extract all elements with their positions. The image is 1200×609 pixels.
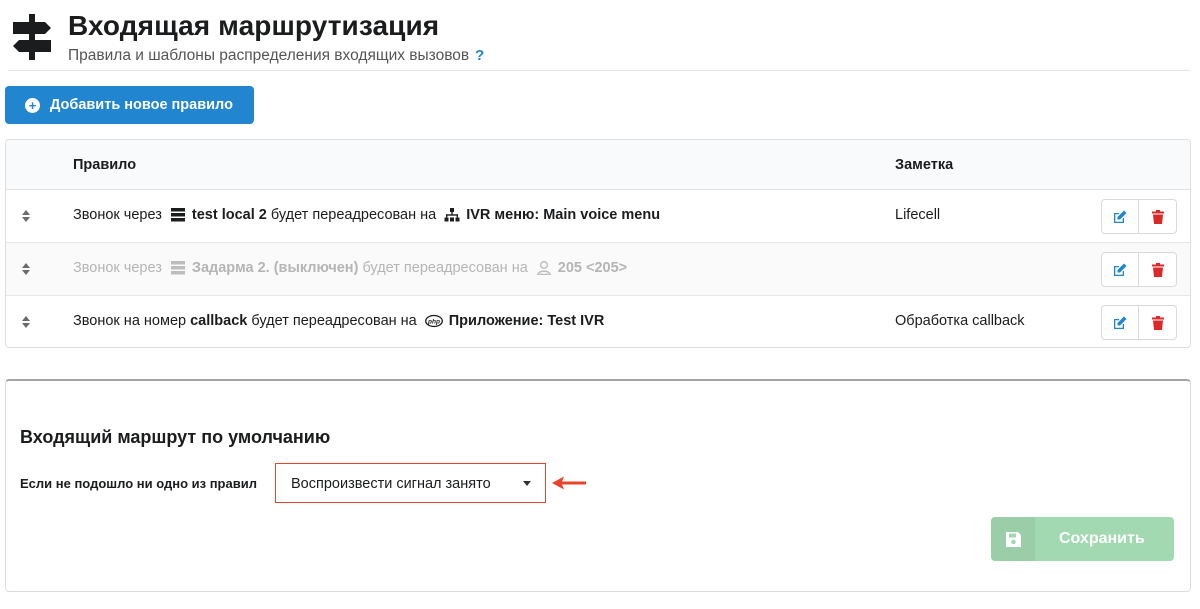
trash-icon bbox=[1151, 209, 1164, 224]
plus-circle-icon: + bbox=[25, 97, 40, 113]
edit-icon bbox=[1114, 263, 1127, 276]
drag-handle-icon[interactable] bbox=[20, 262, 32, 276]
rule-target: 205 <205> bbox=[557, 260, 628, 276]
default-route-panel: Входящий маршрут по умолчанию Если не по… bbox=[5, 379, 1191, 592]
rule-description: Звонок на номер callback будет переадрес… bbox=[73, 313, 604, 329]
column-header-rule: Правило bbox=[73, 157, 137, 173]
user-icon bbox=[537, 261, 551, 275]
add-rule-button[interactable]: + Добавить новое правило bbox=[5, 86, 254, 124]
rules-table: Правило Заметка Звонок через test local … bbox=[5, 139, 1191, 348]
signpost-icon bbox=[13, 14, 51, 60]
table-row: Звонок на номер callback будет переадрес… bbox=[6, 296, 1190, 347]
edit-icon bbox=[1114, 316, 1127, 329]
edit-button[interactable] bbox=[1101, 252, 1139, 287]
page-header: Входящая маршрутизация Правила и шаблоны… bbox=[8, 10, 1190, 71]
page-title: Входящая маршрутизация bbox=[68, 10, 440, 41]
rule-prefix: Звонок через bbox=[73, 207, 162, 223]
rule-note: Обработка callback bbox=[895, 313, 1025, 329]
rule-provider: test local 2 bbox=[191, 207, 267, 223]
edit-icon bbox=[1114, 210, 1127, 223]
chevron-down-icon bbox=[523, 481, 531, 486]
rule-provider: callback bbox=[190, 313, 248, 329]
page-subtitle: Правила и шаблоны распределения входящих… bbox=[68, 47, 484, 65]
delete-button[interactable] bbox=[1139, 199, 1177, 234]
rule-target: Приложение: Test IVR bbox=[448, 313, 605, 329]
add-rule-label: Добавить новое правило bbox=[50, 97, 233, 113]
default-route-label: Если не подошло ни одно из правил bbox=[20, 476, 257, 491]
rule-description: Звонок через test local 2 будет переадре… bbox=[73, 207, 660, 223]
php-icon: php bbox=[424, 314, 443, 328]
rule-prefix: Звонок на номер bbox=[73, 313, 187, 329]
drag-handle-icon[interactable] bbox=[20, 209, 32, 223]
rule-note: Lifecell bbox=[895, 207, 941, 223]
server-icon bbox=[170, 208, 185, 222]
trash-icon bbox=[1151, 315, 1164, 330]
trash-icon bbox=[1151, 262, 1164, 277]
table-row: Звонок через test local 2 будет переадре… bbox=[6, 190, 1190, 243]
arrow-left-icon bbox=[552, 476, 586, 490]
drag-handle-icon[interactable] bbox=[20, 315, 32, 329]
default-route-selected: Воспроизвести сигнал занято bbox=[291, 476, 491, 492]
default-route-select[interactable]: Воспроизвести сигнал занято bbox=[275, 463, 546, 503]
table-row: Звонок через Задарма 2. (выключен) будет… bbox=[6, 243, 1190, 296]
rule-middle: будет переадресован на bbox=[270, 207, 437, 223]
edit-button[interactable] bbox=[1101, 199, 1139, 234]
edit-button[interactable] bbox=[1101, 305, 1139, 340]
rule-prefix: Звонок через bbox=[73, 260, 162, 276]
rule-provider: Задарма 2. (выключен) bbox=[191, 260, 359, 276]
delete-button[interactable] bbox=[1139, 252, 1177, 287]
php-icon-glyph: php bbox=[427, 318, 440, 325]
save-label: Сохранить bbox=[1059, 530, 1145, 547]
page-subtitle-text: Правила и шаблоны распределения входящих… bbox=[68, 47, 470, 64]
default-route-title: Входящий маршрут по умолчанию bbox=[20, 427, 331, 447]
save-button[interactable]: Сохранить bbox=[991, 517, 1174, 561]
rule-middle: будет переадресован на bbox=[251, 313, 417, 329]
rule-description: Звонок через Задарма 2. (выключен) будет… bbox=[73, 260, 627, 276]
table-header: Правило Заметка bbox=[6, 140, 1190, 190]
server-icon bbox=[170, 261, 185, 275]
sitemap-icon bbox=[444, 208, 460, 222]
floppy-disk-icon bbox=[991, 517, 1035, 561]
column-header-note: Заметка bbox=[895, 157, 954, 173]
rule-middle: будет переадресован на bbox=[362, 260, 528, 276]
help-icon[interactable]: ? bbox=[475, 47, 484, 64]
rule-target: IVR меню: Main voice menu bbox=[466, 207, 661, 223]
delete-button[interactable] bbox=[1139, 305, 1177, 340]
